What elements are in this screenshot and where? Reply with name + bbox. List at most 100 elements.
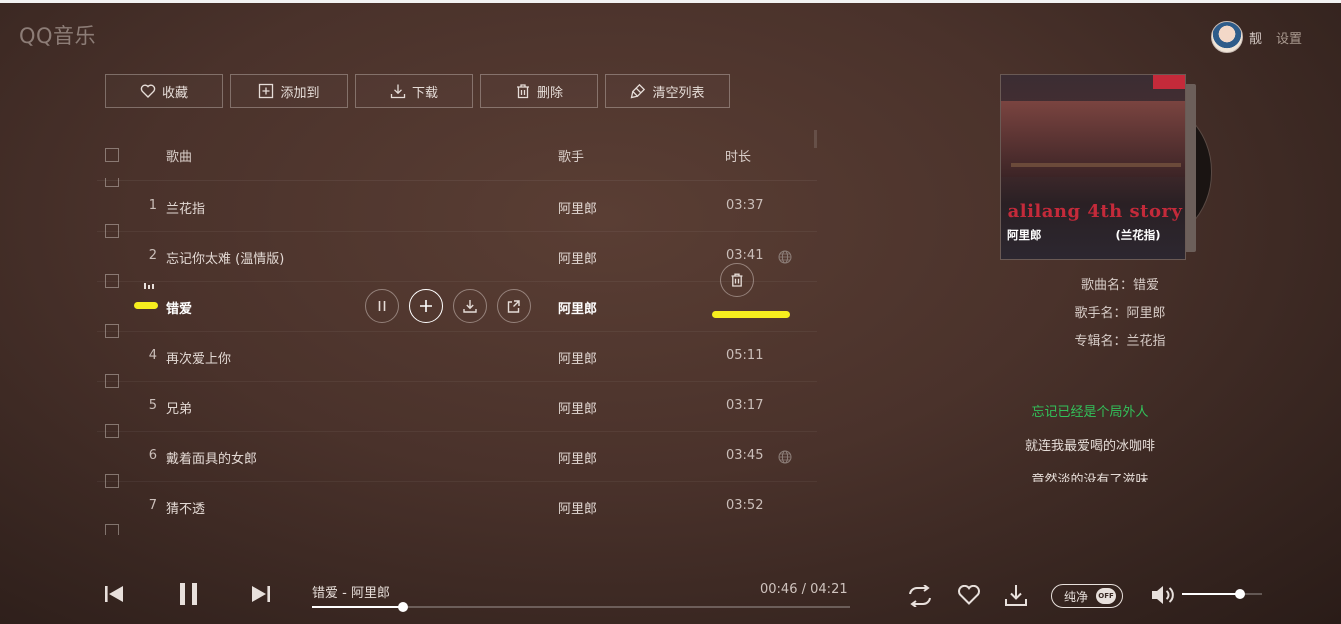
row-number: 4 bbox=[148, 348, 157, 363]
table-row[interactable]: 7 猜不透 阿里郎 03:52 bbox=[97, 481, 817, 535]
globe-icon bbox=[778, 250, 792, 264]
username[interactable]: 靓 bbox=[1249, 28, 1262, 47]
volume-fill bbox=[1182, 593, 1241, 595]
volume-slider[interactable] bbox=[1182, 589, 1262, 599]
download-song-button[interactable] bbox=[1004, 583, 1028, 607]
row-pause-button[interactable] bbox=[365, 289, 399, 323]
pure-mode-switch: OFF bbox=[1096, 588, 1117, 604]
lyric-line: 就连我最爱喝的冰咖啡 bbox=[1024, 439, 1155, 454]
row-number: 2 bbox=[148, 248, 157, 263]
pause-icon bbox=[378, 301, 386, 311]
equalizer-icon bbox=[144, 283, 154, 289]
list-header: 歌曲 歌手 时长 bbox=[97, 130, 817, 181]
download-label: 下载 bbox=[411, 85, 438, 101]
row-number: 7 bbox=[148, 498, 157, 513]
row-add-button[interactable] bbox=[409, 289, 443, 323]
song-duration: 05:11 bbox=[726, 348, 764, 363]
song-title[interactable]: 错爱 bbox=[166, 298, 192, 317]
progress-bar[interactable] bbox=[312, 602, 850, 612]
song-title[interactable]: 忘记你太难 (温情版) bbox=[166, 248, 284, 267]
song-title[interactable]: 兄弟 bbox=[166, 398, 192, 417]
window-top-edge bbox=[0, 0, 1341, 3]
song-duration: 03:45 bbox=[726, 448, 764, 463]
row-download-button[interactable] bbox=[453, 289, 487, 323]
add-to-label: 添加到 bbox=[280, 85, 320, 101]
meta-singer-name: 歌手名：阿里郎 bbox=[1074, 306, 1166, 321]
download-icon bbox=[463, 300, 477, 313]
pure-mode-label: 纯净 bbox=[1064, 589, 1089, 604]
cover-album: (兰花指) bbox=[1115, 228, 1161, 242]
now-playing-title: 错爱 - 阿里郎 bbox=[312, 586, 390, 601]
table-row[interactable]: 2 忘记你太难 (温情版) 阿里郎 03:41 bbox=[97, 231, 817, 288]
progress-knob[interactable] bbox=[398, 602, 409, 612]
player-bar: 错爱 - 阿里郎 00:46 / 04:21 纯净 OFF bbox=[0, 560, 1341, 624]
header-singer: 歌手 bbox=[558, 150, 585, 165]
song-title[interactable]: 猜不透 bbox=[166, 498, 205, 517]
plus-icon bbox=[420, 300, 432, 312]
avatar[interactable] bbox=[1211, 21, 1243, 53]
add-to-button[interactable]: 添加到 bbox=[230, 74, 348, 108]
row-number: 6 bbox=[148, 448, 157, 463]
row-number: 1 bbox=[148, 198, 157, 213]
clear-list-button[interactable]: 清空列表 bbox=[605, 74, 730, 108]
row-checkbox[interactable] bbox=[105, 524, 119, 535]
song-duration: 03:52 bbox=[726, 498, 764, 513]
previous-button[interactable] bbox=[104, 584, 124, 604]
song-singer[interactable]: 阿里郎 bbox=[558, 398, 597, 417]
trash-icon bbox=[516, 84, 529, 99]
pure-mode-toggle[interactable]: 纯净 OFF bbox=[1051, 584, 1123, 608]
song-title[interactable]: 戴着面具的女郎 bbox=[166, 448, 257, 467]
select-all-checkbox[interactable] bbox=[105, 148, 119, 162]
row-delete-button[interactable] bbox=[720, 263, 754, 297]
delete-label: 删除 bbox=[536, 85, 563, 101]
table-row[interactable]: 5 兄弟 阿里郎 03:17 bbox=[97, 381, 817, 438]
volume-knob[interactable] bbox=[1235, 589, 1246, 599]
download-button[interactable]: 下载 bbox=[355, 74, 473, 108]
row-number: 5 bbox=[148, 398, 157, 413]
header-duration: 时长 bbox=[725, 150, 752, 165]
song-singer[interactable]: 阿里郎 bbox=[558, 348, 597, 367]
highlight-mark bbox=[712, 311, 790, 318]
song-title[interactable]: 兰花指 bbox=[166, 198, 205, 217]
meta-album-name: 专辑名：兰花指 bbox=[1074, 334, 1166, 349]
list-scrollbar[interactable] bbox=[814, 130, 817, 148]
eraser-icon bbox=[631, 83, 646, 99]
row-actions bbox=[365, 289, 531, 323]
user-area: 靓 设置 bbox=[1211, 21, 1302, 53]
song-singer[interactable]: 阿里郎 bbox=[558, 248, 597, 267]
globe-icon bbox=[778, 450, 792, 464]
table-row-playing[interactable]: 错爱 阿里郎 bbox=[97, 263, 817, 338]
table-row[interactable]: 6 戴着面具的女郎 阿里郎 03:45 bbox=[97, 431, 817, 488]
lyrics-panel[interactable]: 忘记已经是个局外人 就连我最爱喝的冰咖啡 竟然淡的没有了滋味 bbox=[980, 402, 1200, 482]
time-display: 00:46 / 04:21 bbox=[760, 582, 848, 597]
favorite-button[interactable]: 收藏 bbox=[105, 74, 223, 108]
song-meta: 歌曲名：错爱 歌手名：阿里郎 专辑名：兰花指 bbox=[1000, 276, 1240, 360]
trash-icon bbox=[731, 273, 743, 287]
delete-button[interactable]: 删除 bbox=[480, 74, 598, 108]
cover-badge bbox=[1153, 75, 1185, 89]
song-duration: 03:17 bbox=[726, 398, 764, 413]
table-row[interactable]: 4 再次爱上你 阿里郎 05:11 bbox=[97, 331, 817, 388]
table-row[interactable]: 1 兰花指 阿里郎 03:37 bbox=[97, 181, 817, 238]
album-cover[interactable]: alilang 4th story 阿里郎 (兰花指) bbox=[1000, 74, 1186, 260]
song-singer[interactable]: 阿里郎 bbox=[558, 498, 597, 517]
volume-icon[interactable] bbox=[1150, 584, 1176, 606]
song-singer[interactable]: 阿里郎 bbox=[558, 448, 597, 467]
meta-song-name: 歌曲名：错爱 bbox=[1080, 278, 1159, 293]
song-duration: 03:37 bbox=[726, 198, 764, 213]
elapsed-time: 00:46 bbox=[760, 582, 798, 597]
song-singer[interactable]: 阿里郎 bbox=[558, 198, 597, 217]
repeat-mode-button[interactable] bbox=[906, 585, 934, 607]
row-share-button[interactable] bbox=[497, 289, 531, 323]
lyric-line: 竟然淡的没有了滋味 bbox=[1031, 473, 1149, 482]
add-box-icon bbox=[259, 83, 274, 99]
song-singer[interactable]: 阿里郎 bbox=[558, 298, 597, 317]
next-button[interactable] bbox=[251, 584, 271, 604]
song-title[interactable]: 再次爱上你 bbox=[166, 348, 231, 367]
pause-button[interactable] bbox=[178, 582, 200, 606]
app-logo: QQ音乐 bbox=[19, 24, 97, 48]
heart-icon bbox=[140, 84, 156, 98]
like-button[interactable] bbox=[957, 585, 981, 605]
settings-link[interactable]: 设置 bbox=[1276, 28, 1302, 47]
clear-list-label: 清空列表 bbox=[652, 85, 705, 101]
